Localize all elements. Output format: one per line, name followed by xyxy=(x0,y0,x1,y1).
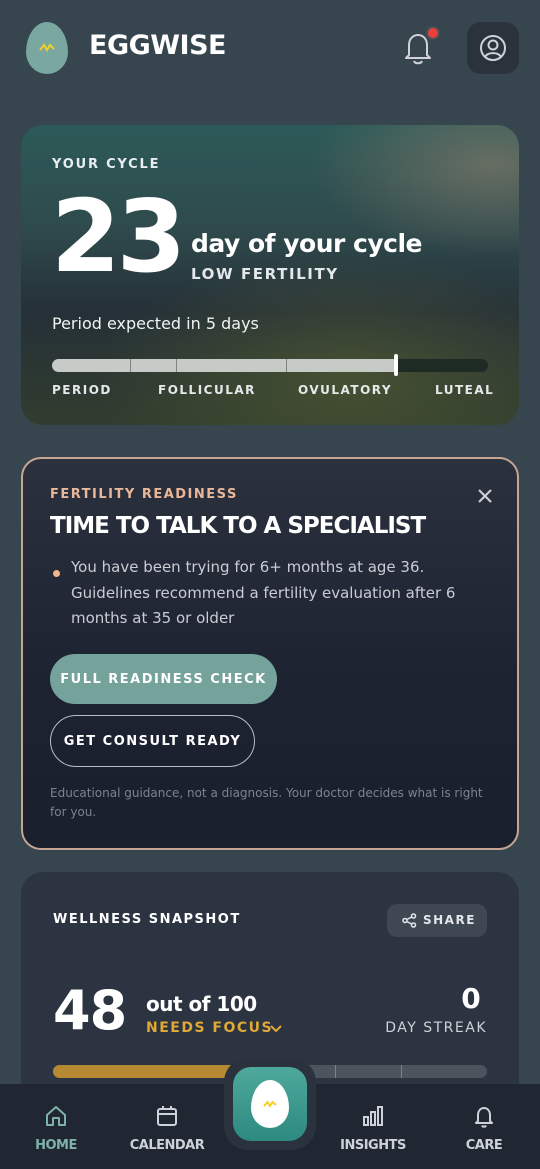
nav-home[interactable]: HOME xyxy=(1,1104,111,1153)
egg-logo-icon xyxy=(251,1080,289,1128)
get-consult-ready-button[interactable]: GET CONSULT READY xyxy=(50,715,255,767)
egg-logo-icon xyxy=(26,22,68,74)
home-icon xyxy=(46,1106,66,1126)
phase-divider xyxy=(130,359,131,372)
wellness-label: WELLNESS SNAPSHOT xyxy=(53,912,241,927)
fertility-status: LOW FERTILITY xyxy=(191,265,339,283)
cycle-day-text: day of your cycle xyxy=(191,229,423,258)
share-icon xyxy=(402,913,417,928)
cycle-progress-fill xyxy=(52,359,397,372)
wellness-status-toggle[interactable]: NEEDS FOCUS xyxy=(146,1020,282,1036)
phase-period: PERIOD xyxy=(52,383,112,397)
wellness-score: 48 xyxy=(53,979,127,1042)
phase-luteal: LUTEAL xyxy=(435,383,495,397)
wellness-status: NEEDS FOCUS xyxy=(146,1020,274,1036)
score-divider xyxy=(401,1065,402,1078)
share-button[interactable]: SHARE xyxy=(387,904,487,937)
cycle-label: YOUR CYCLE xyxy=(52,157,161,172)
cycle-card[interactable]: YOUR CYCLE 23 day of your cycle LOW FERT… xyxy=(21,125,519,425)
center-action-button[interactable] xyxy=(233,1067,307,1141)
streak-label: DAY STREAK xyxy=(385,1020,487,1036)
phase-follicular: FOLLICULAR xyxy=(158,383,256,397)
share-label: SHARE xyxy=(423,913,476,927)
disclaimer-text: Educational guidance, not a diagnosis. Y… xyxy=(50,786,483,819)
profile-button[interactable] xyxy=(467,22,519,74)
app-header: EGGWISE xyxy=(0,0,540,100)
fertility-readiness-card: FERTILITY READINESS TIME TO TALK TO A SP… xyxy=(21,457,519,850)
nav-insights-label: INSIGHTS xyxy=(340,1138,406,1153)
calendar-icon xyxy=(157,1106,177,1126)
nav-calendar[interactable]: CALENDAR xyxy=(112,1104,222,1153)
bar-chart-icon xyxy=(363,1106,383,1126)
phase-divider xyxy=(176,359,177,372)
center-action-wrapper xyxy=(224,1058,316,1150)
close-button[interactable] xyxy=(475,486,495,506)
readiness-label: FERTILITY READINESS xyxy=(50,487,238,502)
cycle-day-number: 23 xyxy=(51,178,186,295)
readiness-title: TIME TO TALK TO A SPECIALIST xyxy=(50,513,426,539)
phase-divider xyxy=(286,359,287,372)
close-icon xyxy=(478,489,492,503)
readiness-bullet: You have been trying for 6+ months at ag… xyxy=(71,558,456,627)
chevron-down-icon xyxy=(270,1025,282,1033)
score-divider xyxy=(335,1065,336,1078)
nav-calendar-label: CALENDAR xyxy=(129,1138,205,1153)
brand-name: EGGWISE xyxy=(89,30,226,61)
notification-badge xyxy=(426,26,440,40)
phase-ovulatory: OVULATORY xyxy=(298,383,393,397)
full-readiness-check-button[interactable]: FULL READINESS CHECK xyxy=(50,654,277,704)
period-expected: Period expected in 5 days xyxy=(52,314,259,333)
nav-home-label: HOME xyxy=(35,1138,77,1153)
nav-care[interactable]: CARE xyxy=(429,1104,539,1153)
bell-icon xyxy=(475,1107,493,1128)
cycle-progress-bar xyxy=(52,359,488,372)
user-circle-icon xyxy=(480,35,506,61)
nav-insights[interactable]: INSIGHTS xyxy=(318,1104,428,1153)
bullet-dot xyxy=(53,570,60,577)
cycle-today-marker xyxy=(394,354,399,376)
streak-number: 0 xyxy=(461,982,481,1015)
nav-care-label: CARE xyxy=(465,1138,503,1153)
score-out-of: out of 100 xyxy=(146,992,257,1016)
